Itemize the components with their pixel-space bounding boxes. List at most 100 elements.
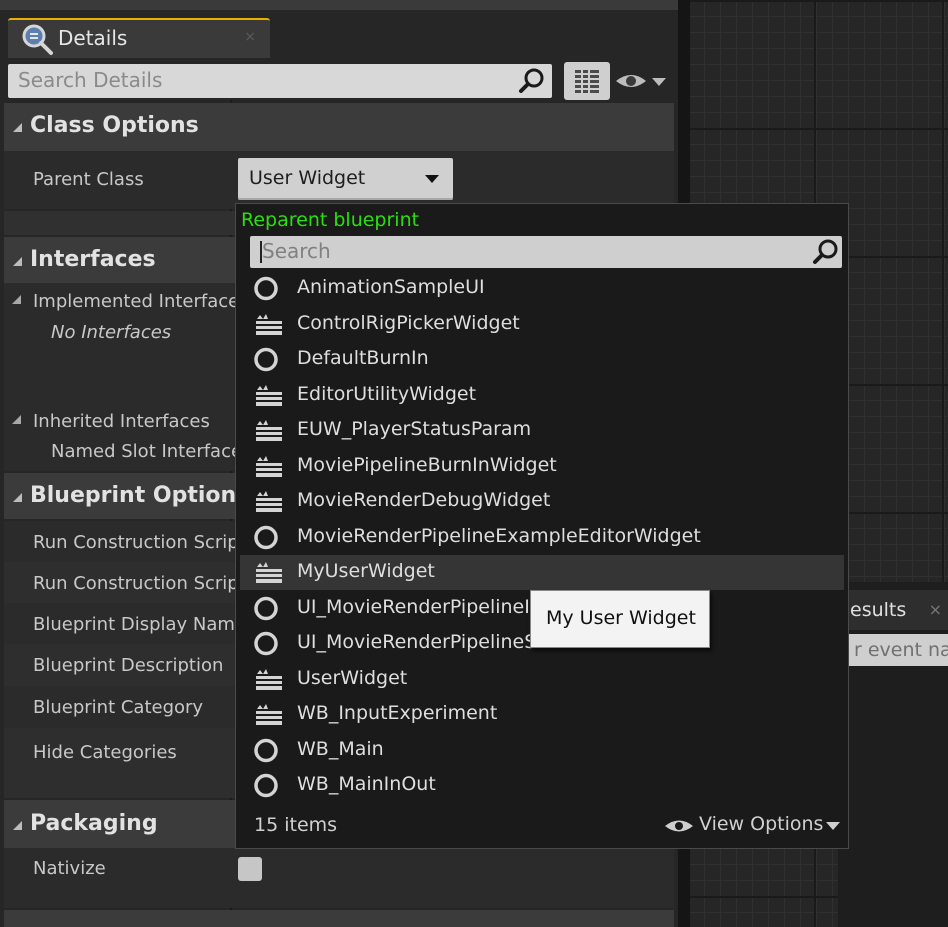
class-list-item[interactable]: MyUserWidget [240, 555, 844, 590]
collapse-triangle-icon [13, 821, 22, 830]
run-construction-script-label: Run Construction Scrip [33, 573, 239, 594]
popup-search-placeholder: Search [262, 239, 331, 263]
find-results-tab-label: esults [850, 599, 907, 621]
class-list-item-label: EditorUtilityWidget [297, 382, 477, 405]
widget-class-icon [256, 562, 282, 583]
circle-class-icon [254, 276, 278, 301]
collapse-triangle-icon [12, 415, 21, 424]
run-construction-script-label: Run Construction Scrip [33, 532, 239, 553]
eye-icon [616, 75, 666, 87]
class-list-item[interactable]: EUW_PlayerStatusParam [240, 413, 844, 448]
chevron-down-icon [425, 175, 439, 183]
widget-class-icon [256, 491, 282, 512]
collapse-triangle-icon [13, 257, 22, 266]
circle-class-icon [254, 525, 278, 549]
class-list-item[interactable]: ControlRigPickerWidget [240, 307, 844, 342]
blueprint-category-label: Blueprint Category [33, 697, 204, 718]
class-list-item[interactable]: WB_Main [240, 733, 844, 768]
widget-class-icon [256, 313, 282, 335]
grid-icon [575, 70, 599, 93]
category-title: Class Options [30, 113, 199, 138]
blueprint-description-label: Blueprint Description [33, 655, 224, 676]
magnifier-details-icon [22, 24, 53, 55]
circle-class-icon [254, 738, 278, 762]
reparent-popup: Reparent blueprint Search AnimationSampl… [235, 203, 849, 849]
hide-categories-label: Hide Categories [33, 742, 177, 763]
category-next[interactable] [4, 910, 674, 927]
search-icon [813, 239, 838, 264]
search-details-input[interactable]: Search Details [8, 64, 552, 98]
class-list-item[interactable]: MovieRenderPipelineExampleEditorWidget [240, 520, 844, 555]
circle-class-icon [254, 347, 278, 372]
chevron-down-icon [826, 822, 840, 830]
class-list-item-label: WB_Main [297, 737, 384, 760]
parent-class-value: User Widget [249, 167, 366, 189]
class-list-item[interactable]: WB_InputExperiment [240, 697, 844, 732]
widget-class-icon [256, 668, 282, 690]
inherited-interfaces-label: Inherited Interfaces [33, 411, 210, 432]
class-list-item-label: MoviePipelineBurnInWidget [297, 453, 557, 476]
circle-class-icon [254, 773, 278, 798]
category-title: Interfaces [30, 247, 156, 272]
parent-class-combo[interactable]: User Widget [238, 158, 453, 200]
tooltip-text: My User Widget [546, 607, 696, 629]
nativize-checkbox[interactable] [238, 857, 262, 881]
parent-class-label: Parent Class [33, 169, 144, 190]
widget-class-icon [256, 704, 282, 725]
widget-class-icon [256, 455, 282, 477]
item-count: 15 items [254, 814, 338, 836]
class-list-item-label: UserWidget [297, 666, 408, 689]
category-class-options[interactable]: Class Options [4, 103, 674, 151]
property-row-nativize: Nativize [4, 848, 674, 908]
named-slot-interface-label: Named Slot Interface [51, 441, 243, 462]
popup-title: Reparent blueprint [241, 209, 420, 231]
eye-icon [665, 820, 693, 832]
view-options-label: View Options [699, 813, 824, 835]
class-list-item-label: AnimationSampleUI [297, 276, 485, 298]
class-list-item-label: MovieRenderDebugWidget [297, 489, 551, 511]
collapse-triangle-icon [13, 123, 22, 132]
class-list-item-label: WB_MainInOut [297, 773, 436, 795]
tab-details[interactable]: Details × [8, 18, 270, 58]
close-icon[interactable]: × [929, 590, 942, 630]
close-icon[interactable]: × [244, 29, 256, 45]
top-strip [0, 0, 678, 10]
search-icon [519, 68, 544, 93]
class-list-item-label: MyUserWidget [297, 560, 435, 582]
no-interfaces-label: No Interfaces [51, 322, 172, 343]
collapse-triangle-icon [13, 493, 22, 502]
blueprint-display-name-label: Blueprint Display Name [33, 614, 247, 635]
find-results-tab[interactable]: esults × [838, 590, 948, 630]
nativize-label: Nativize [33, 858, 106, 879]
widget-class-icon [256, 420, 282, 441]
tooltip: My User Widget [530, 590, 710, 648]
class-list-item-label: UI_MovieRenderPipelineI [297, 595, 530, 618]
popup-search-input[interactable]: Search [250, 236, 842, 268]
class-list-item-label: MovieRenderPipelineExampleEditorWidget [297, 524, 701, 547]
category-title: Blueprint Options [30, 483, 250, 508]
find-results-search-input[interactable]: r event nan [844, 634, 948, 666]
class-list-item[interactable]: UserWidget [240, 662, 844, 697]
class-list-item-label: EUW_PlayerStatusParam [297, 418, 532, 440]
widget-class-icon [256, 384, 282, 406]
class-list-item[interactable]: MoviePipelineBurnInWidget [240, 449, 844, 484]
find-results-panel: esults × r event nan [838, 582, 948, 927]
circle-class-icon [254, 596, 278, 620]
class-list-item[interactable]: EditorUtilityWidget [240, 378, 844, 413]
class-list-item-label: DefaultBurnIn [297, 347, 429, 369]
view-options-button[interactable]: View Options [664, 813, 844, 839]
circle-class-icon [254, 631, 278, 656]
implemented-interfaces-label: Implemented Interfaces [33, 291, 249, 312]
class-list-item-label: ControlRigPickerWidget [297, 311, 520, 334]
class-list-item[interactable]: MovieRenderDebugWidget [240, 484, 844, 519]
class-list-item-label: WB_InputExperiment [297, 702, 498, 724]
class-list-item[interactable]: AnimationSampleUI [240, 271, 844, 306]
view-options-dropdown[interactable] [614, 66, 670, 96]
property-matrix-button[interactable] [564, 62, 610, 100]
tab-details-label: Details [58, 26, 128, 50]
class-list-item-label: UI_MovieRenderPipelineS [297, 631, 537, 653]
category-title: Packaging [30, 811, 158, 836]
class-list-item[interactable]: WB_MainInOut [240, 768, 844, 803]
class-list-item[interactable]: DefaultBurnIn [240, 342, 844, 377]
search-placeholder: Search Details [18, 68, 163, 92]
